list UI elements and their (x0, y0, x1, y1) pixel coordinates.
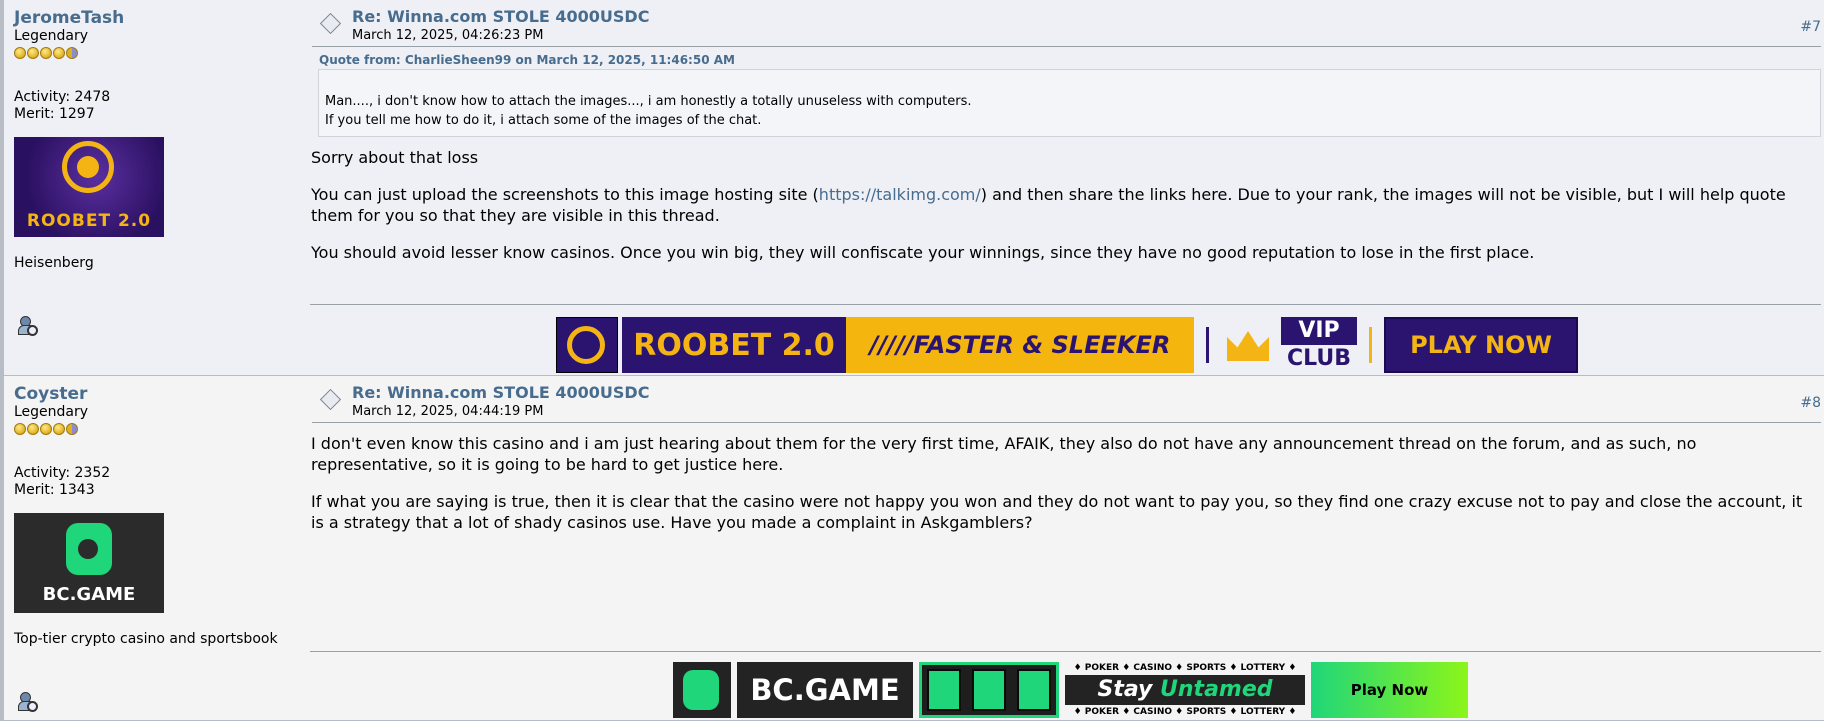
avatar-text: ROOBET 2.0 (26, 211, 152, 231)
rank-stars-icon (14, 423, 294, 439)
post-paragraph: You can just upload the screenshots to t… (311, 185, 1786, 225)
post-xx-icon (319, 12, 342, 35)
post-paragraph: You should avoid lesser know casinos. On… (311, 243, 1535, 262)
post-paragraph: Sorry about that loss (311, 148, 479, 167)
post-header: Re: Winna.com STOLE 4000USDC March 12, 2… (312, 376, 1821, 423)
signature-divider (310, 304, 1821, 305)
author-rank: Legendary (14, 404, 89, 420)
post-7: JeromeTash Legendary Activity: 2478 Meri… (0, 0, 1824, 376)
avatar-text: BC.GAME (42, 584, 136, 605)
activity-count: Activity: 2352 (14, 465, 111, 481)
banner-brand: BC.GAME (737, 662, 913, 718)
signature-divider (310, 651, 1821, 652)
post-date: March 12, 2025, 04:44:19 PM (352, 404, 544, 419)
post-paragraph: If what you are saying is true, then it … (311, 492, 1803, 532)
author-name-link[interactable]: JeromeTash (14, 8, 294, 28)
talkimg-link[interactable]: https://talkimg.com/ (819, 185, 981, 204)
crown-icon (1221, 317, 1277, 373)
author-rank: Legendary (14, 28, 89, 44)
post-number-link[interactable]: #8 (1800, 395, 1821, 411)
quote-line: If you tell me how to do it, i attach so… (325, 113, 762, 128)
vip-club: VIP CLUB (1281, 317, 1357, 373)
quote-line: Man...., i don't know how to attach the … (325, 94, 972, 109)
bcgame-logo-icon (673, 662, 731, 718)
post-header: Re: Winna.com STOLE 4000USDC March 12, 2… (312, 0, 1821, 47)
roobet-signature-banner[interactable]: ROOBET 2.0 /////FASTER & SLEEKER VIP CLU… (556, 317, 1578, 373)
post-paragraph: I don't even know this casino and i am j… (311, 434, 1697, 474)
stay-untamed: ♦ POKER ♦ CASINO ♦ SPORTS ♦ LOTTERY ♦ St… (1065, 662, 1305, 718)
poster-info: Coyster Legendary Activity: 2352 Merit: … (14, 384, 294, 647)
quote-header-link[interactable]: Quote from: CharlieSheen99 on March 12, … (319, 53, 1824, 67)
play-now-button[interactable]: PLAY NOW (1384, 317, 1578, 373)
post-date: March 12, 2025, 04:26:23 PM (352, 28, 544, 43)
rank-stars-icon (14, 47, 294, 63)
banner-tagline: /////FASTER & SLEEKER (846, 317, 1194, 373)
quote-block: Man...., i don't know how to attach the … (318, 69, 1821, 137)
post-xx-icon (319, 388, 342, 411)
view-profile-icon[interactable] (16, 316, 38, 336)
author-name-link[interactable]: Coyster (14, 384, 294, 404)
personal-text: Heisenberg (14, 255, 94, 271)
play-now-button[interactable]: Play Now (1311, 662, 1468, 718)
banner-tags: ♦ POKER ♦ CASINO ♦ SPORTS ♦ LOTTERY ♦ (1073, 707, 1297, 717)
post-subject-link[interactable]: Re: Winna.com STOLE 4000USDC (352, 7, 649, 26)
personal-text: Top-tier crypto casino and sportsbook (14, 631, 278, 647)
bcgame-signature-banner[interactable]: BC.GAME ♦ POKER ♦ CASINO ♦ SPORTS ♦ LOTT… (673, 662, 1468, 718)
post-number-link[interactable]: #7 (1800, 19, 1821, 35)
cards-icon (919, 662, 1059, 718)
post-8: Coyster Legendary Activity: 2352 Merit: … (0, 376, 1824, 721)
roobet-logo-icon (556, 317, 618, 373)
merit-count: Merit: 1297 (14, 106, 95, 122)
avatar: BC.GAME (14, 513, 164, 613)
post-content: Re: Winna.com STOLE 4000USDC March 12, 2… (310, 376, 1824, 652)
activity-count: Activity: 2478 (14, 89, 111, 105)
merit-count: Merit: 1343 (14, 482, 95, 498)
banner-tags: ♦ POKER ♦ CASINO ♦ SPORTS ♦ LOTTERY ♦ (1073, 663, 1297, 673)
view-profile-icon[interactable] (16, 692, 38, 712)
post-body: Sorry about that loss You can just uploa… (311, 147, 1820, 263)
avatar: ROOBET 2.0 (14, 137, 164, 237)
post-content: Re: Winna.com STOLE 4000USDC March 12, 2… (310, 0, 1824, 305)
post-body: I don't even know this casino and i am j… (311, 433, 1820, 533)
banner-brand: ROOBET 2.0 (622, 317, 846, 373)
post-subject-link[interactable]: Re: Winna.com STOLE 4000USDC (352, 383, 649, 402)
poster-info: JeromeTash Legendary Activity: 2478 Meri… (14, 8, 294, 271)
